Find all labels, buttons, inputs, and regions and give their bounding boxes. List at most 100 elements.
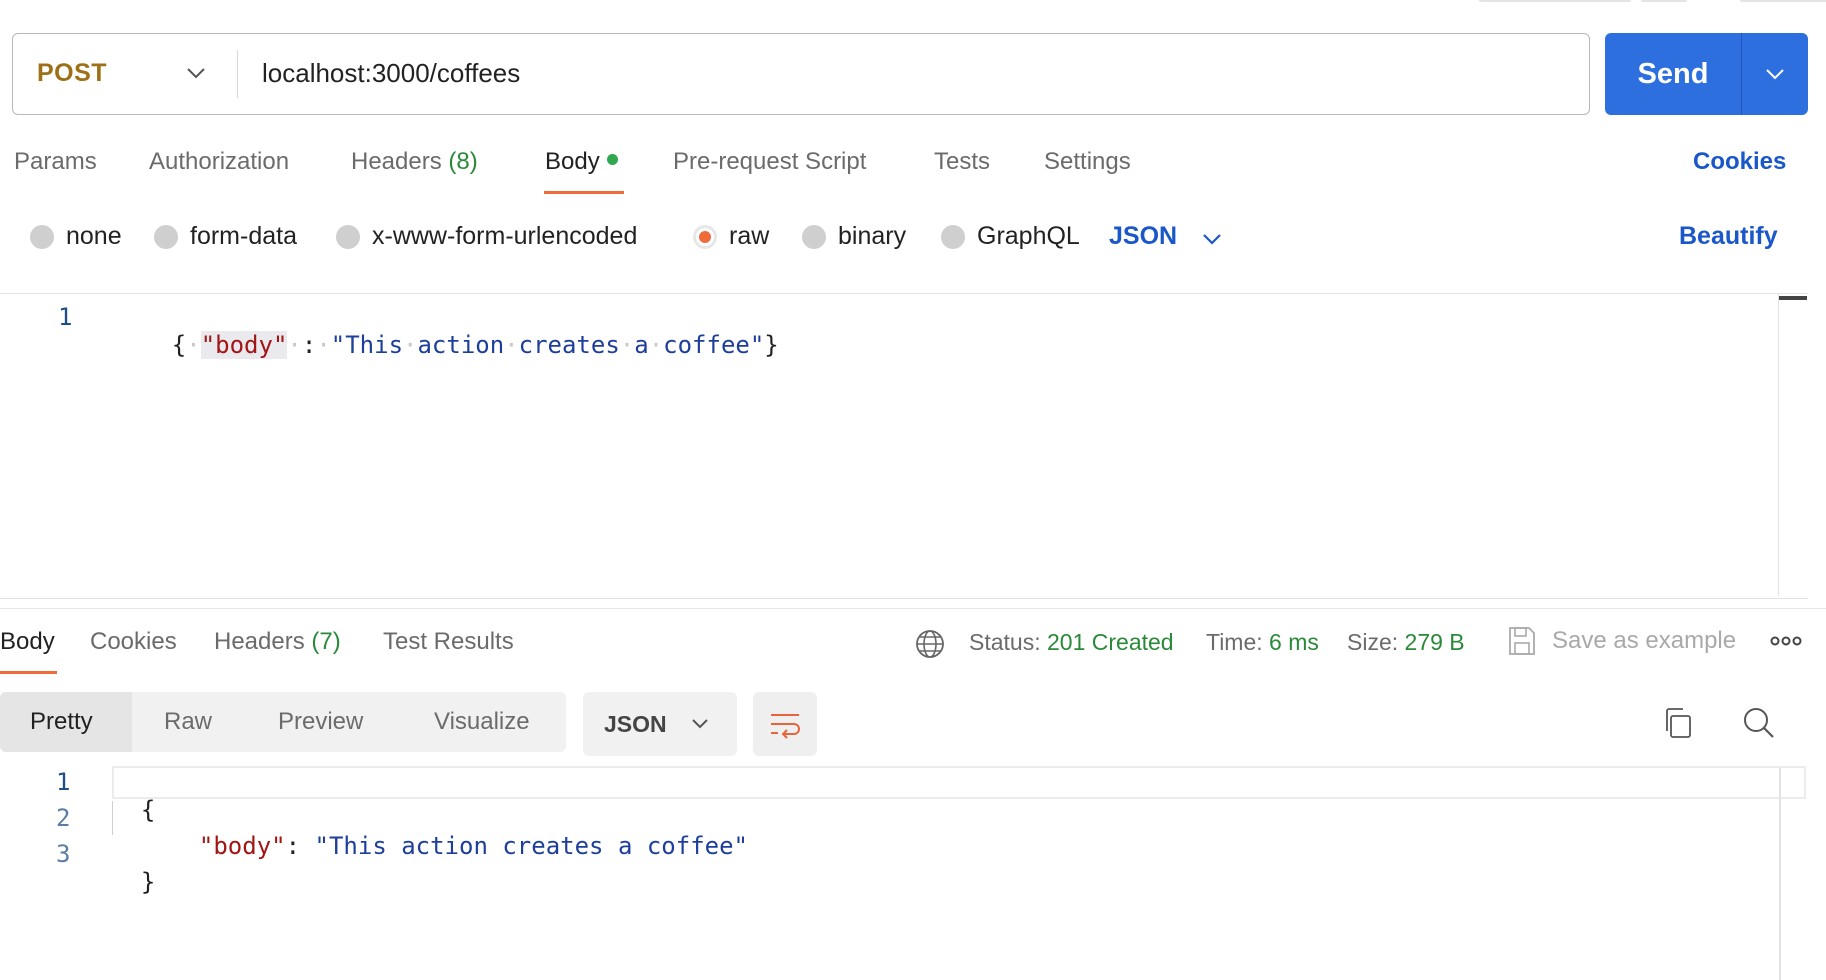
radio-raw[interactable]: raw — [693, 222, 769, 251]
tab-label: Pre-request Script — [673, 148, 867, 175]
json-string: a — [634, 331, 649, 359]
whitespace-dot: · — [316, 331, 331, 359]
tab-label: Authorization — [149, 148, 290, 175]
radio-selected-icon — [693, 224, 717, 249]
method-select[interactable]: POST — [37, 34, 107, 113]
tab-label: Test Results — [383, 628, 514, 655]
active-tab-indicator — [544, 191, 624, 194]
modified-dot-icon — [606, 154, 618, 166]
tab-pre-request-script[interactable]: Pre-request Script — [673, 148, 866, 176]
json-string: coffee" — [663, 331, 765, 359]
tab-headers[interactable]: Headers (8) — [351, 148, 478, 176]
body-language-select[interactable]: JSON — [1109, 222, 1177, 251]
line-number: 2 — [56, 804, 71, 832]
request-body-editor[interactable]: 1 {·"body"·:·"This·action·creates·a·coff… — [0, 293, 1808, 599]
current-line-highlight — [112, 766, 1806, 799]
code-line: "body": "This action creates a coffee" — [170, 804, 748, 860]
response-scrollbar[interactable] — [1779, 768, 1781, 980]
radio-circle-icon — [941, 224, 965, 249]
radio-label: x-www-form-urlencoded — [372, 222, 638, 250]
whitespace-dot: · — [186, 331, 201, 359]
save-icon[interactable] — [1507, 625, 1537, 657]
top-toolbar-edge — [1740, 0, 1826, 2]
format-label: JSON — [604, 711, 667, 737]
tab-label: Tests — [934, 148, 991, 175]
top-toolbar-edge — [1641, 0, 1687, 2]
radio-graphql[interactable]: GraphQL — [941, 222, 1080, 251]
radio-label: GraphQL — [977, 222, 1080, 250]
tab-authorization[interactable]: Authorization — [149, 148, 289, 176]
whitespace-dot: · — [287, 331, 302, 359]
radio-form-data[interactable]: form-data — [154, 222, 297, 251]
line-number: 1 — [56, 768, 71, 796]
radio-x-www-form-urlencoded[interactable]: x-www-form-urlencoded — [336, 222, 637, 251]
json-string: action — [417, 331, 505, 359]
editor-scrollbar[interactable] — [1778, 294, 1807, 596]
tab-label: Params — [14, 148, 97, 175]
chevron-down-icon[interactable] — [181, 58, 211, 88]
radio-circle-icon — [154, 224, 178, 249]
radio-none[interactable]: none — [30, 222, 122, 251]
send-button[interactable]: Send — [1605, 33, 1808, 115]
response-size[interactable]: Size: 279 B — [1347, 629, 1465, 656]
tab-label: Body — [0, 628, 55, 655]
response-status[interactable]: Status: 201 Created — [969, 629, 1174, 656]
radio-circle-icon — [30, 224, 54, 249]
code-token: : — [285, 832, 301, 860]
response-tab-headers[interactable]: Headers (7) — [214, 628, 341, 656]
search-icon[interactable] — [1742, 706, 1776, 740]
cookies-link[interactable]: Cookies — [1693, 148, 1786, 176]
radio-circle-icon — [336, 224, 360, 249]
radio-label: binary — [838, 222, 907, 250]
json-string: "This action creates a coffee" — [314, 832, 748, 860]
line-number: 3 — [56, 840, 71, 868]
url-value: localhost:3000/coffees — [262, 58, 521, 88]
size-value: 279 B — [1404, 629, 1465, 655]
radio-binary[interactable]: binary — [802, 222, 906, 251]
copy-icon[interactable] — [1662, 706, 1694, 740]
send-label: Send — [1637, 57, 1709, 90]
json-key: "body" — [200, 331, 288, 359]
code-token: { — [140, 796, 156, 824]
view-mode-raw[interactable]: Raw — [164, 708, 212, 736]
url-input[interactable]: localhost:3000/coffees — [262, 34, 520, 113]
response-tab-test-results[interactable]: Test Results — [383, 628, 514, 656]
tab-params[interactable]: Params — [14, 148, 97, 176]
time-label: Time: — [1206, 629, 1263, 655]
chevron-down-icon[interactable] — [1198, 225, 1226, 253]
status-label: Status: — [969, 629, 1041, 655]
line-number: 1 — [58, 303, 73, 331]
code-token: { — [171, 331, 187, 359]
view-mode-visualize[interactable]: Visualize — [434, 708, 530, 736]
chevron-down-icon[interactable] — [686, 710, 714, 738]
divider — [0, 608, 1826, 609]
tab-label: Body — [545, 148, 600, 175]
divider — [237, 50, 238, 98]
radio-label: none — [66, 222, 122, 250]
tab-body[interactable]: Body — [545, 148, 618, 176]
tab-settings[interactable]: Settings — [1044, 148, 1131, 176]
method-label: POST — [37, 59, 108, 87]
view-mode-preview[interactable]: Preview — [278, 708, 363, 736]
chevron-down-icon[interactable] — [1760, 59, 1790, 89]
response-tab-body[interactable]: Body — [0, 628, 55, 656]
code-line: {·"body"·:·"This·action·creates·a·coffee… — [114, 303, 779, 387]
response-time[interactable]: Time: 6 ms — [1206, 629, 1319, 656]
response-tab-cookies[interactable]: Cookies — [90, 628, 177, 656]
code-token: } — [764, 331, 779, 359]
beautify-button[interactable]: Beautify — [1679, 222, 1778, 251]
radio-label: form-data — [190, 222, 297, 250]
tab-tests[interactable]: Tests — [934, 148, 990, 176]
more-options-icon[interactable] — [1770, 633, 1802, 649]
size-label: Size: — [1347, 629, 1399, 655]
radio-label: raw — [729, 222, 770, 250]
wrap-lines-icon — [771, 714, 800, 739]
whitespace-dot: · — [504, 331, 519, 359]
divider — [1741, 33, 1742, 115]
code-token: : — [301, 331, 317, 359]
request-url-bar: POST localhost:3000/coffees — [12, 33, 1590, 115]
save-as-example-button[interactable]: Save as example — [1552, 627, 1736, 655]
view-mode-pretty[interactable]: Pretty — [30, 708, 93, 736]
globe-icon[interactable] — [914, 628, 946, 660]
scrollbar-thumb[interactable] — [1779, 296, 1807, 300]
